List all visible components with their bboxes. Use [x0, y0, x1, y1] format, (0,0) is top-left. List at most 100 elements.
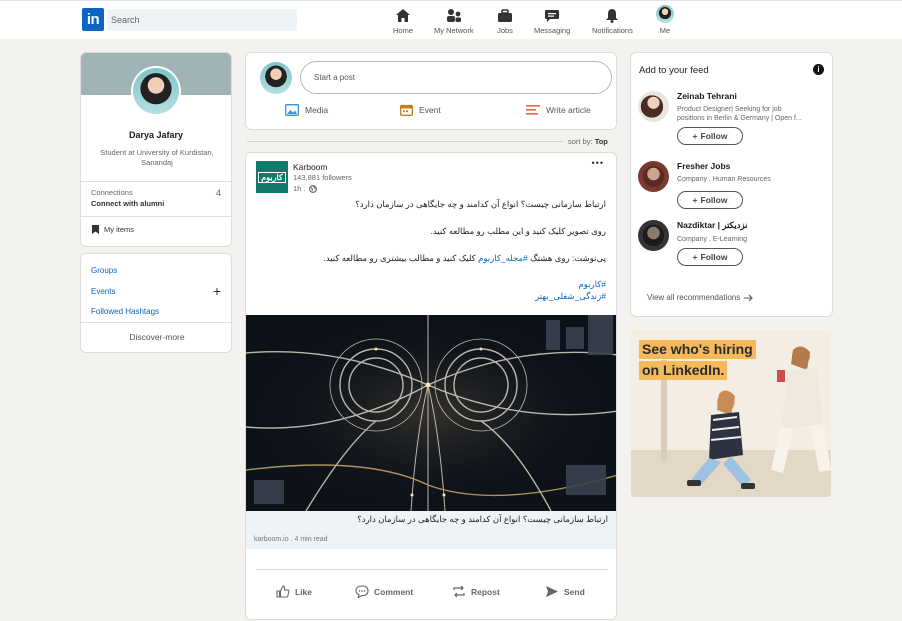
search-input[interactable]: Search [107, 9, 297, 31]
connect-alumni-link[interactable]: Connect with alumni [91, 199, 164, 208]
nav-my-network[interactable]: My Network [434, 5, 474, 35]
search-placeholder: Search [111, 15, 140, 25]
media-button[interactable]: Media [285, 104, 328, 116]
link-title: ارتباط سازمانی چیست؟ انواع آن کدامند و چ… [357, 514, 608, 524]
follow-button[interactable]: + Follow [677, 127, 743, 145]
my-items-label: My items [104, 225, 134, 234]
rec-name[interactable]: Zeinab Tehrani [677, 91, 802, 101]
send-label: Send [564, 586, 585, 597]
view-all-recommendations-link[interactable]: View all recommendations [647, 293, 754, 302]
feed-title: Add to your feed [639, 65, 709, 76]
sort-value: Top [594, 137, 608, 146]
messaging-icon [545, 10, 560, 22]
rec-name[interactable]: Fresher Jobs [677, 161, 771, 171]
post-followers: 143,881 followers [293, 173, 352, 182]
nav-label: Home [393, 26, 414, 35]
like-button[interactable]: Like [276, 585, 312, 598]
calendar-icon [400, 104, 413, 116]
nav-label: Me [659, 26, 671, 35]
repost-icon [453, 585, 465, 598]
profile-avatar[interactable] [131, 66, 181, 116]
write-article-label: Write article [546, 105, 591, 115]
avatar[interactable] [638, 161, 669, 192]
article-link-bar[interactable]: ارتباط سازمانی چیست؟ انواع آن کدامند و چ… [246, 511, 616, 549]
post-text-line3: پی‌نوشت: روی هشتگ #مجله_کاربوم کلیک کنید… [254, 253, 606, 264]
repost-button[interactable]: Repost [452, 585, 500, 598]
thumbs-up-icon [276, 585, 290, 598]
avatar [260, 62, 292, 94]
repost-label: Repost [471, 586, 500, 597]
nav-home[interactable]: Home [393, 5, 413, 35]
more-options-icon[interactable]: ••• [592, 158, 604, 168]
view-all-label: View all recommendations [647, 293, 741, 302]
comment-button[interactable]: Comment [355, 585, 413, 598]
follow-button[interactable]: + Follow [677, 191, 743, 209]
connections-count[interactable]: 4 [216, 188, 221, 198]
post-text-line2: روی تصویر کلیک کنید و این مطلب رو مطالعه… [430, 226, 606, 236]
rec-line: positions in Berlin & Germany | Open f..… [677, 115, 802, 122]
nav-jobs[interactable]: Jobs [497, 5, 513, 35]
avatar[interactable] [638, 91, 669, 122]
rec-line: Company . Human Resources [677, 176, 771, 183]
hashtag-link[interactable]: #زندگی_شغلی_بهتر [535, 291, 606, 302]
bell-icon [606, 9, 619, 23]
nav-messaging[interactable]: Messaging [534, 5, 570, 35]
add-to-feed-card: Add to your feed i Zeinab Tehrani Produc… [630, 52, 833, 317]
send-button[interactable]: Send [545, 585, 585, 598]
write-article-button[interactable]: Write article [526, 104, 591, 116]
top-nav: in Search Home My Network Jobs Messaging… [0, 0, 902, 39]
avatar [656, 5, 674, 23]
info-icon[interactable]: i [813, 64, 824, 75]
discover-more-link[interactable]: Discover-more [81, 332, 233, 342]
ad-headline: See who's hiring on LinkedIn. [639, 340, 756, 380]
briefcase-icon [498, 9, 512, 22]
sort-label: sort by: [568, 137, 593, 146]
profile-name[interactable]: Darya Jafary [81, 130, 231, 140]
profile-card: Darya Jafary Student at University of Ku… [80, 52, 232, 247]
comment-icon [355, 585, 369, 598]
post-hashtag-link[interactable]: #مجله_کاربوم [478, 253, 528, 263]
event-button[interactable]: Event [400, 104, 441, 116]
link-source: karboom.io [254, 536, 289, 543]
rec-name[interactable]: Nazdiktar | نزدیکتر [677, 220, 748, 231]
post-text-after: کلیک کنید و مطالب بیشتری رو مطالعه کنید. [323, 253, 476, 263]
arrow-right-icon [744, 294, 754, 301]
start-post-input[interactable]: Start a post [300, 61, 612, 94]
events-link[interactable]: Events [91, 287, 115, 296]
post-author[interactable]: Karboom [293, 162, 328, 172]
comment-label: Comment [374, 586, 414, 597]
nav-label: Messaging [534, 26, 571, 35]
link-read-time: 4 min read [294, 536, 328, 543]
bookmark-icon [92, 225, 99, 234]
event-label: Event [419, 105, 441, 115]
nav-label: Notifications [592, 26, 633, 35]
like-label: Like [295, 586, 313, 597]
avatar[interactable] [638, 220, 669, 251]
karboom-logo[interactable]: کاربوم [256, 161, 288, 193]
rec-line: Company . E-Learning [677, 236, 748, 243]
post-composer: Start a post Media Event Write article [245, 52, 617, 130]
follow-button[interactable]: + Follow [677, 248, 743, 266]
nav-me[interactable]: Me [656, 5, 674, 35]
nav-notifications[interactable]: Notifications [592, 5, 633, 35]
highway-interchange-image [246, 315, 616, 511]
ad-line1: See who's hiring [639, 340, 756, 359]
rec-line: Product Designer| Seeking for job [677, 106, 782, 113]
post-image[interactable] [246, 315, 616, 511]
hiring-ad[interactable]: See who's hiring on LinkedIn. [631, 330, 831, 497]
profile-headline: Student at University of Kurdistan, Sana… [100, 148, 214, 167]
ad-line2: on LinkedIn. [639, 361, 728, 380]
post-text-line1: ارتباط سازمانی چیست؟ انواع آن کدامند و چ… [355, 199, 606, 209]
globe-icon [308, 184, 317, 193]
add-event-icon[interactable]: + [213, 283, 221, 299]
connections-label: Connections [91, 188, 133, 197]
article-icon [526, 105, 540, 115]
hashtag-link[interactable]: #کاربوم [579, 279, 607, 290]
send-icon [546, 586, 558, 597]
recommendation-item: Nazdiktar | نزدیکتر Company . E-Learning… [638, 220, 748, 266]
groups-link[interactable]: Groups [91, 266, 117, 275]
hashtags-link[interactable]: Followed Hashtags [91, 307, 159, 316]
linkedin-logo[interactable]: in [82, 8, 104, 31]
my-items-link[interactable]: My items [92, 225, 134, 234]
sort-control[interactable]: sort by: Top [568, 137, 608, 146]
